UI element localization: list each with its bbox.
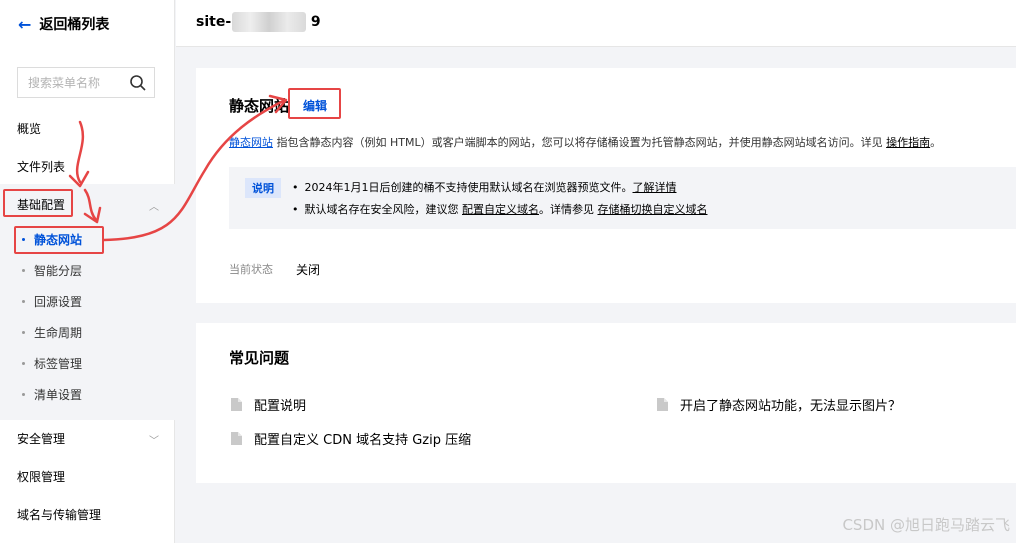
static-website-link[interactable]: 静态网站 <box>229 136 273 149</box>
chevron-up-icon: ︿ <box>149 202 159 213</box>
notice-text: 2024年1月1日后创建的桶不支持使用默认域名在浏览器预览文件。 <box>304 181 633 194</box>
sidebar-item-file-list[interactable]: 文件列表 <box>17 157 65 175</box>
search-icon[interactable] <box>129 74 147 92</box>
watermark: CSDN @旭日跑马踏云飞 <box>842 516 1010 534</box>
faq-item-gzip[interactable]: 配置自定义 CDN 域名支持 Gzip 压缩 <box>231 429 471 448</box>
faq-card: 常见问题 配置说明 开启了静态网站功能，无法显示图片？ 配置自定义 CDN 域名… <box>196 323 1016 483</box>
notice-tag: 说明 <box>245 178 281 198</box>
notice-box: 说明 • 2024年1月1日后创建的桶不支持使用默认域名在浏览器预览文件。了解详情… <box>229 167 1016 229</box>
back-label: 返回桶列表 <box>39 17 110 33</box>
menu-search <box>17 67 155 98</box>
sidebar-item-permissions[interactable]: 权限管理 <box>17 467 65 485</box>
sidebar-subitem-label: 回源设置 <box>34 294 83 309</box>
page-header: site-1 9 <box>176 0 1016 47</box>
sidebar-subitem-label: 生命周期 <box>34 325 83 340</box>
sidebar-subitem-intelligent-tiering[interactable]: 智能分层 <box>22 261 82 279</box>
sidebar-subitem-static-site[interactable]: 静态网站 <box>22 230 82 248</box>
bullet-dot <box>22 330 25 334</box>
faq-item-images[interactable]: 开启了静态网站功能，无法显示图片？ <box>657 395 901 414</box>
sidebar-subitem-label: 智能分层 <box>34 263 83 278</box>
bullet-dot <box>22 299 25 303</box>
switch-custom-domain-link[interactable]: 存储桶切换自定义域名 <box>598 203 708 216</box>
notice-text: 。详情参见 <box>539 203 598 216</box>
sidebar-item-label: 文件列表 <box>17 159 66 174</box>
sidebar-item-overview[interactable]: 概览 <box>17 119 41 137</box>
sidebar: ← 返回桶列表 概览 文件列表 基础配置 ︿ 静态网站 智能分层 回源设置 生命… <box>0 0 175 543</box>
current-state-value: 关闭 <box>296 263 321 277</box>
bullet-dot <box>22 268 25 272</box>
sidebar-item-security[interactable]: 安全管理 <box>17 429 65 447</box>
faq-title: 常见问题 <box>229 349 290 367</box>
faq-item-label: 开启了静态网站功能，无法显示图片？ <box>680 399 902 414</box>
bucket-name-suffix: 9 <box>310 14 321 30</box>
arrow-left-icon: ← <box>18 14 32 34</box>
operation-guide-link[interactable]: 操作指南 <box>886 136 930 149</box>
sidebar-subitem-label: 标签管理 <box>34 356 83 371</box>
static-website-card: 静态网站 编辑 静态网站 指包含静态内容（例如 HTML）或客户端脚本的网站，您… <box>196 68 1016 303</box>
sidebar-item-domain-transfer[interactable]: 域名与传输管理 <box>17 505 101 523</box>
sidebar-item-label: 基础配置 <box>17 197 66 212</box>
faq-item-label: 配置自定义 CDN 域名支持 Gzip 压缩 <box>254 433 472 448</box>
sidebar-subitem-origin-settings[interactable]: 回源设置 <box>22 292 82 310</box>
static-website-title: 静态网站 <box>229 97 290 115</box>
description-end: 。 <box>930 136 942 149</box>
document-icon <box>657 398 668 411</box>
edit-button[interactable]: 编辑 <box>303 97 327 114</box>
sidebar-item-label: 概览 <box>17 121 42 136</box>
bullet-dot <box>22 361 25 365</box>
sidebar-subitem-tag-management[interactable]: 标签管理 <box>22 354 82 372</box>
document-icon <box>231 432 242 445</box>
chevron-down-icon: ﹀ <box>149 436 159 447</box>
sidebar-subitem-lifecycle[interactable]: 生命周期 <box>22 323 82 341</box>
current-state-label: 当前状态 <box>229 263 273 276</box>
sidebar-item-basic-config[interactable]: 基础配置 <box>17 195 65 213</box>
sidebar-item-label: 安全管理 <box>17 431 66 446</box>
notice-line-1: • 2024年1月1日后创建的桶不支持使用默认域名在浏览器预览文件。了解详情 <box>292 179 677 195</box>
description-text: 指包含静态内容（例如 HTML）或客户端脚本的网站，您可以将存储桶设置为托管静态… <box>273 136 887 149</box>
sidebar-subitem-label: 静态网站 <box>34 232 83 247</box>
bullet-dot <box>22 237 25 241</box>
notice-text: 默认域名存在安全风险，建议您 <box>304 203 462 216</box>
faq-item-label: 配置说明 <box>254 399 307 414</box>
learn-more-link[interactable]: 了解详情 <box>633 181 677 194</box>
back-to-bucket-list[interactable]: ← 返回桶列表 <box>18 14 109 34</box>
bullet: • <box>292 181 299 194</box>
sidebar-item-label: 域名与传输管理 <box>17 507 102 522</box>
sidebar-subitem-label: 清单设置 <box>34 387 83 402</box>
configure-custom-domain-link[interactable]: 配置自定义域名 <box>462 203 539 216</box>
sidebar-item-label: 权限管理 <box>17 469 66 484</box>
sidebar-subitem-inventory[interactable]: 清单设置 <box>22 385 82 403</box>
faq-item-config[interactable]: 配置说明 <box>231 395 306 414</box>
redacted-blur <box>232 12 306 32</box>
document-icon <box>231 398 242 411</box>
bullet-dot <box>22 392 25 396</box>
notice-line-2: • 默认域名存在安全风险，建议您 配置自定义域名。详情参见 存储桶切换自定义域名 <box>292 201 708 217</box>
bullet: • <box>292 203 299 216</box>
static-website-description: 静态网站 指包含静态内容（例如 HTML）或客户端脚本的网站，您可以将存储桶设置… <box>229 134 941 150</box>
search-input[interactable] <box>28 75 128 90</box>
